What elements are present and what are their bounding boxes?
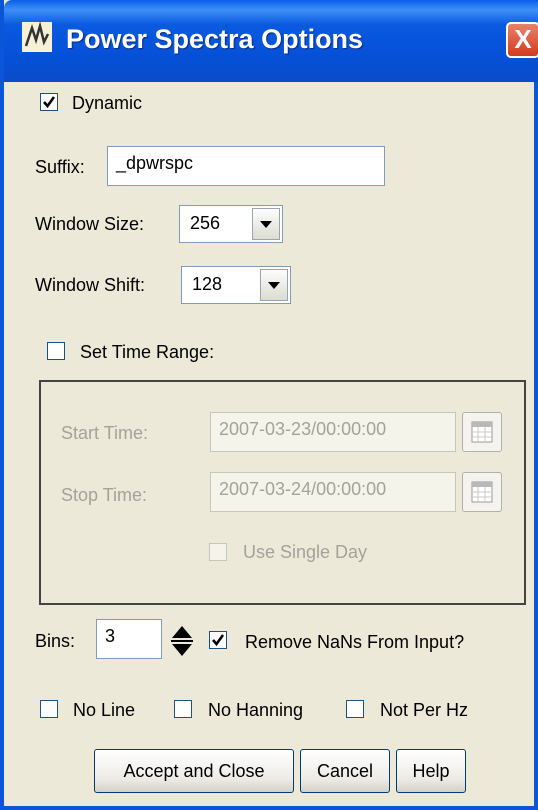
no-line-label: No Line bbox=[73, 700, 136, 720]
checkmark-icon bbox=[43, 96, 56, 109]
not-per-hz-checkbox[interactable] bbox=[346, 700, 364, 718]
bins-spinner[interactable] bbox=[168, 620, 196, 662]
remove-nans-checkbox[interactable] bbox=[209, 631, 227, 649]
window-size-label: Window Size: bbox=[35, 214, 145, 234]
window-size-dropdown[interactable] bbox=[252, 208, 280, 240]
window-shift-select[interactable]: 128 bbox=[181, 266, 291, 304]
start-time-input[interactable]: 2007-03-23/00:00:00 bbox=[210, 412, 456, 452]
bins-label: Bins: bbox=[35, 631, 76, 651]
set-time-range-label: Set Time Range: bbox=[80, 342, 215, 362]
checkmark-icon bbox=[212, 634, 225, 647]
not-per-hz-label: Not Per Hz bbox=[380, 700, 469, 720]
spin-arrows-icon bbox=[171, 626, 193, 656]
calendar-icon bbox=[471, 421, 493, 443]
window-size-select[interactable]: 256 bbox=[179, 205, 283, 243]
stop-time-input[interactable]: 2007-03-24/00:00:00 bbox=[210, 472, 456, 512]
chevron-down-icon bbox=[260, 221, 272, 228]
suffix-input[interactable]: _dpwrspc bbox=[107, 146, 385, 186]
window-shift-label: Window Shift: bbox=[35, 275, 146, 295]
use-single-day-label: Use Single Day bbox=[243, 542, 368, 562]
window-shift-dropdown[interactable] bbox=[260, 269, 288, 301]
no-line-checkbox[interactable] bbox=[40, 700, 58, 718]
dynamic-label: Dynamic bbox=[72, 93, 143, 113]
set-time-range-checkbox[interactable] bbox=[47, 342, 65, 360]
chevron-down-icon bbox=[268, 282, 280, 289]
window-size-value: 256 bbox=[190, 213, 221, 233]
use-single-day-checkbox[interactable] bbox=[209, 543, 227, 561]
bins-input[interactable]: 3 bbox=[96, 619, 162, 659]
start-time-label: Start Time: bbox=[61, 423, 149, 443]
calendar-icon bbox=[471, 481, 493, 503]
remove-nans-label: Remove NaNs From Input? bbox=[245, 632, 465, 652]
window-title: Power Spectra Options bbox=[66, 24, 364, 54]
close-button[interactable]: X bbox=[506, 22, 538, 58]
app-icon bbox=[22, 22, 52, 52]
title-bar[interactable]: Power Spectra Options X bbox=[4, 0, 538, 82]
dynamic-checkbox[interactable] bbox=[40, 93, 58, 111]
accept-and-close-button[interactable]: Accept and Close bbox=[94, 749, 294, 793]
no-hanning-checkbox[interactable] bbox=[174, 700, 192, 718]
stop-calendar-button[interactable] bbox=[462, 472, 502, 512]
window-shift-value: 128 bbox=[192, 274, 223, 294]
start-calendar-button[interactable] bbox=[462, 412, 502, 452]
time-range-group: Start Time: 2007-03-23/00:00:00 Stop Tim… bbox=[39, 380, 526, 605]
power-spectra-dialog: Power Spectra Options X Dynamic Suffix: … bbox=[0, 0, 538, 810]
help-button[interactable]: Help bbox=[396, 749, 466, 793]
no-hanning-label: No Hanning bbox=[208, 700, 304, 720]
suffix-label: Suffix: bbox=[35, 157, 85, 177]
cancel-button[interactable]: Cancel bbox=[300, 749, 390, 793]
stop-time-label: Stop Time: bbox=[61, 485, 148, 505]
